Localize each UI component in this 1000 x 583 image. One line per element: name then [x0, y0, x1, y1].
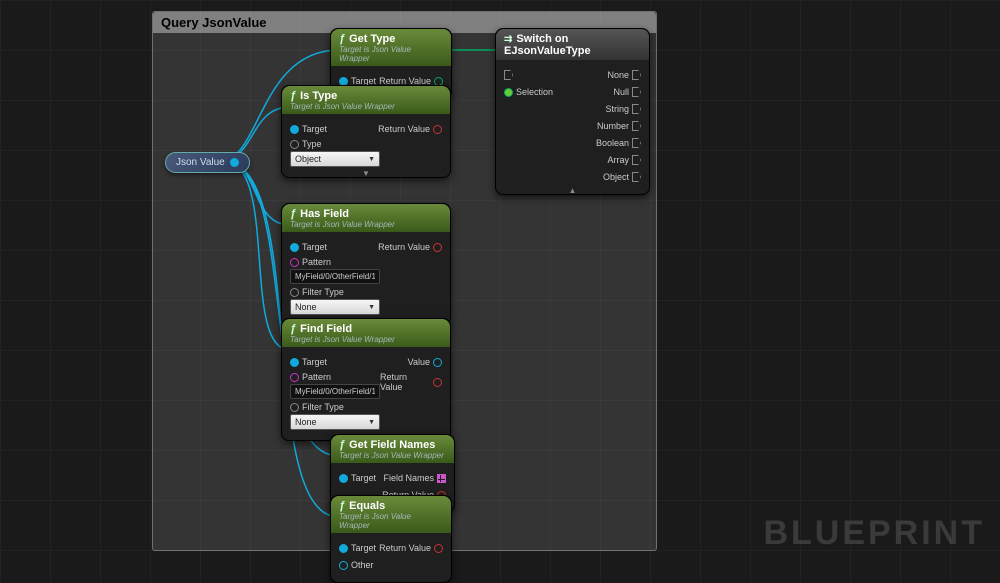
node-switch-ejsonvaluetype[interactable]: Switch on EJsonValueType None Selection …	[495, 28, 650, 195]
node-header[interactable]: Equals Target is Json Value Wrapper	[331, 496, 451, 533]
node-is-type[interactable]: Is Type Target is Json Value Wrapper Tar…	[281, 85, 451, 178]
target-pin[interactable]	[290, 125, 299, 134]
node-subtitle: Target is Json Value Wrapper	[290, 220, 442, 229]
target-pin[interactable]	[339, 474, 348, 483]
value-out-pin[interactable]	[433, 358, 442, 367]
node-header[interactable]: Switch on EJsonValueType	[496, 29, 649, 60]
target-pin[interactable]	[290, 358, 299, 367]
pattern-input[interactable]	[290, 384, 380, 399]
node-subtitle: Target is Json Value Wrapper	[290, 335, 442, 344]
pattern-input[interactable]	[290, 269, 380, 284]
filter-pin[interactable]	[290, 288, 299, 297]
pattern-pin[interactable]	[290, 258, 299, 267]
node-title: Switch on EJsonValueType	[504, 33, 641, 57]
filter-dropdown[interactable]: None	[290, 414, 380, 430]
exec-out-null[interactable]	[632, 87, 641, 97]
pattern-pin[interactable]	[290, 373, 299, 382]
node-header[interactable]: Has Field Target is Json Value Wrapper	[282, 204, 450, 232]
blueprint-watermark: BLUEPRINT	[763, 514, 985, 553]
node-subtitle: Target is Json Value Wrapper	[339, 512, 443, 530]
node-title: Is Type	[290, 90, 442, 102]
exec-out-boolean[interactable]	[632, 138, 641, 148]
return-pin[interactable]	[433, 378, 442, 387]
node-subtitle: Target is Json Value Wrapper	[339, 451, 446, 460]
node-title: Get Type	[339, 33, 443, 45]
exec-out-number[interactable]	[632, 121, 641, 131]
node-subtitle: Target is Json Value Wrapper	[339, 45, 443, 63]
return-pin[interactable]	[433, 243, 442, 252]
return-pin[interactable]	[434, 544, 443, 553]
exec-out-array[interactable]	[632, 155, 641, 165]
filter-pin[interactable]	[290, 403, 299, 412]
filter-dropdown[interactable]: None	[290, 299, 380, 315]
target-pin[interactable]	[290, 243, 299, 252]
exec-in-pin[interactable]	[504, 70, 513, 80]
node-header[interactable]: Get Type Target is Json Value Wrapper	[331, 29, 451, 66]
exec-out-none[interactable]	[632, 70, 641, 80]
node-header[interactable]: Find Field Target is Json Value Wrapper	[282, 319, 450, 347]
fieldnames-array-pin[interactable]	[437, 474, 446, 483]
variable-label: Json Value	[176, 157, 225, 168]
node-header[interactable]: Is Type Target is Json Value Wrapper	[282, 86, 450, 114]
exec-out-string[interactable]	[632, 104, 641, 114]
exec-out-object[interactable]	[632, 172, 641, 182]
selection-pin[interactable]	[504, 88, 513, 97]
other-pin[interactable]	[339, 561, 348, 570]
type-dropdown[interactable]: Object	[290, 151, 380, 167]
return-pin[interactable]	[433, 125, 442, 134]
node-title: Has Field	[290, 208, 442, 220]
expand-icon[interactable]: ▼	[362, 169, 370, 178]
node-equals[interactable]: Equals Target is Json Value Wrapper Targ…	[330, 495, 452, 583]
node-find-field[interactable]: Find Field Target is Json Value Wrapper …	[281, 318, 451, 441]
output-pin[interactable]	[230, 158, 239, 167]
node-header[interactable]: Get Field Names Target is Json Value Wra…	[331, 435, 454, 463]
node-subtitle: Target is Json Value Wrapper	[290, 102, 442, 111]
node-title: Get Field Names	[339, 439, 446, 451]
node-title: Find Field	[290, 323, 442, 335]
type-pin[interactable]	[290, 140, 299, 149]
expand-icon[interactable]: ▲	[569, 186, 577, 195]
node-title: Equals	[339, 500, 443, 512]
variable-node-json-value[interactable]: Json Value	[165, 152, 250, 173]
node-has-field[interactable]: Has Field Target is Json Value Wrapper T…	[281, 203, 451, 326]
target-pin[interactable]	[339, 544, 348, 553]
